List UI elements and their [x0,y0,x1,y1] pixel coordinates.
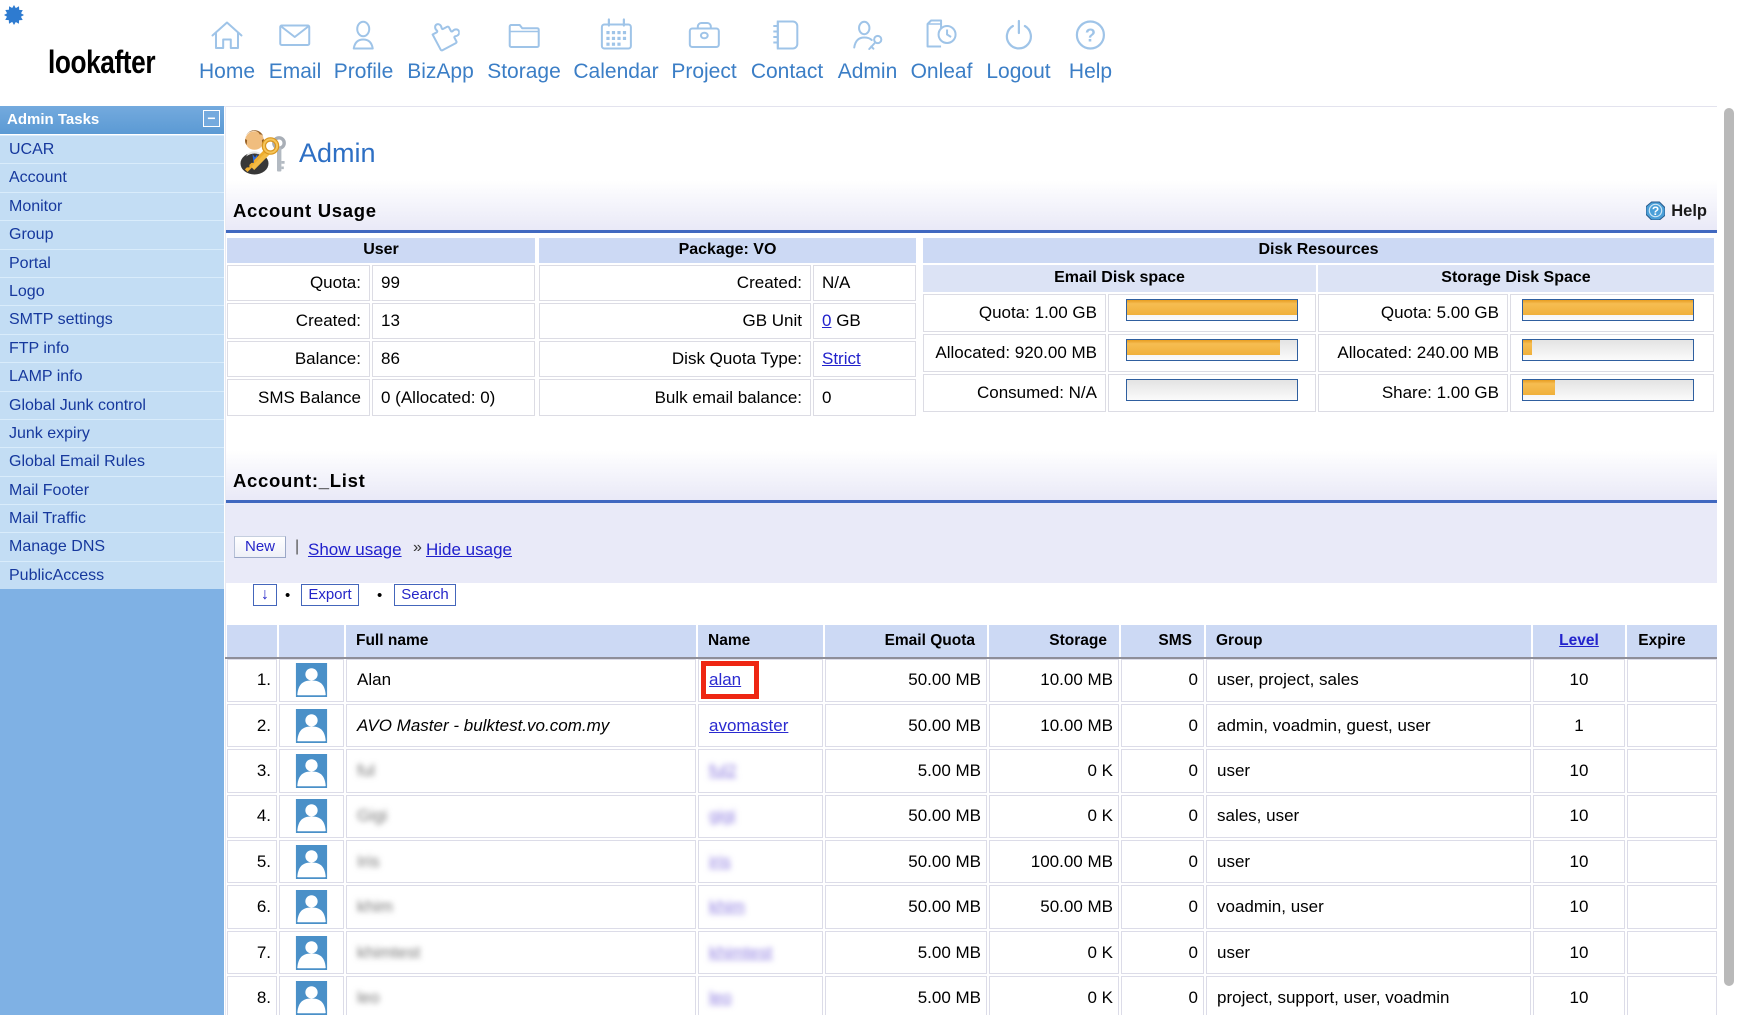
svg-text:?: ? [1085,26,1096,46]
svg-text:?: ? [1652,204,1659,218]
